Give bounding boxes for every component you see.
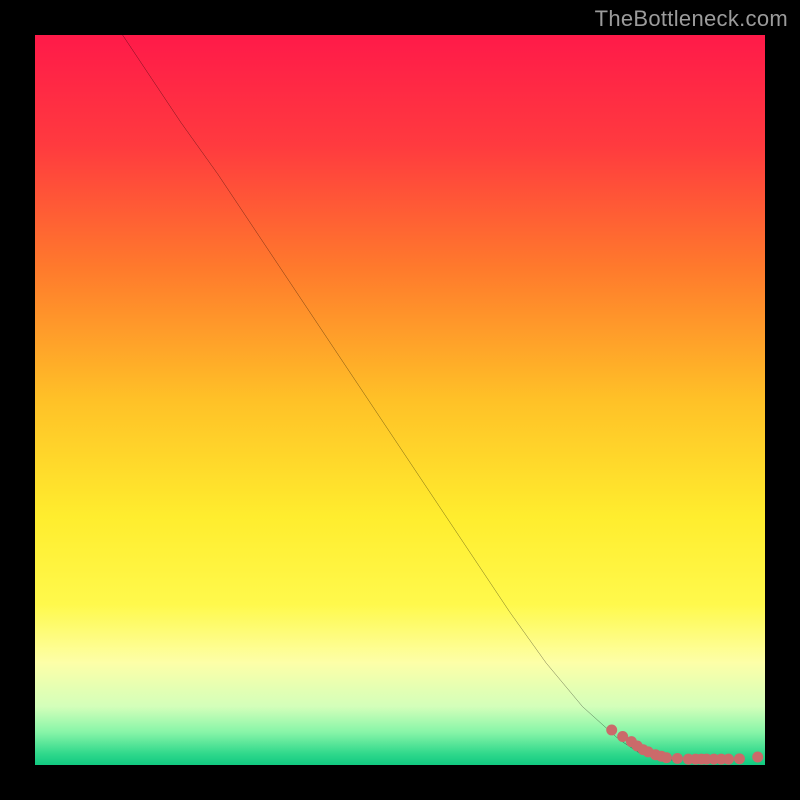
plot-area [35, 35, 765, 765]
chart-gradient-background [35, 35, 765, 765]
watermark-text: TheBottleneck.com [595, 6, 788, 32]
chart-stage: TheBottleneck.com [0, 0, 800, 800]
